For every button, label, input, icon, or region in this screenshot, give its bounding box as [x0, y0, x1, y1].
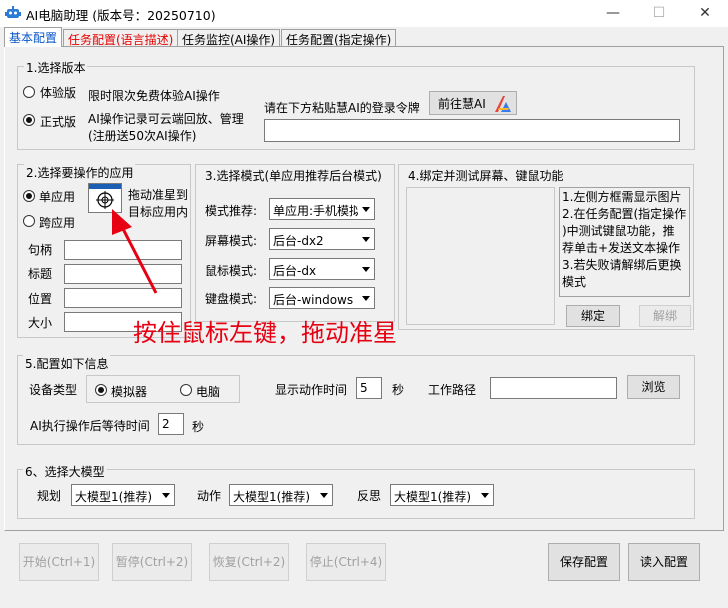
plan-model-value: 大模型1(推荐): [75, 490, 152, 504]
screen-mode-select[interactable]: 后台-dx2: [269, 228, 375, 250]
recommend-label: 模式推荐:: [205, 204, 258, 218]
emulator-label: 模拟器: [111, 385, 148, 399]
trial-radio[interactable]: [23, 86, 35, 98]
resume-button[interactable]: 恢复(Ctrl+2): [209, 543, 289, 581]
chevron-down-icon: [358, 288, 374, 308]
crosshair-window-titlebar: [89, 184, 121, 189]
bind-button[interactable]: 绑定: [566, 305, 620, 327]
handle-label: 句柄: [28, 243, 53, 257]
reflect-label: 反思: [357, 489, 382, 503]
info-line-6: 模式: [562, 275, 587, 289]
cross-app-label: 跨应用: [39, 216, 76, 230]
pro-label: 正式版: [40, 115, 77, 129]
model-group-title: 6、选择大模型: [23, 463, 107, 480]
unbind-button[interactable]: 解绑: [639, 305, 691, 327]
keyboard-mode-label: 键盘模式:: [205, 292, 258, 306]
reflect-model-select[interactable]: 大模型1(推荐): [390, 484, 494, 506]
title-bar: AI电脑助理 (版本号：20250710) — ☐ ✕: [0, 0, 728, 27]
tab-task-config-language[interactable]: 任务配置(语言描述): [63, 29, 179, 47]
chevron-down-icon: [158, 485, 174, 505]
mouse-mode-select[interactable]: 后台-dx: [269, 258, 375, 280]
trial-label: 体验版: [40, 86, 77, 100]
info-line-5: 3.若失败请解绑后更换: [562, 258, 682, 272]
token-input[interactable]: [264, 119, 680, 142]
reflect-model-value: 大模型1(推荐): [394, 490, 471, 504]
wait-time-input[interactable]: 2: [158, 413, 184, 435]
huiai-logo-icon: [495, 96, 511, 112]
chevron-down-icon: [358, 199, 374, 219]
recommend-value: 单应用:手机模拟: [273, 204, 362, 218]
plan-label: 规划: [37, 489, 62, 503]
plan-model-select[interactable]: 大模型1(推荐): [71, 484, 175, 506]
maximize-button[interactable]: ☐: [636, 0, 682, 27]
action-label: 动作: [197, 489, 222, 503]
tab-basic-config[interactable]: 基本配置: [4, 27, 63, 47]
screen-mode-value: 后台-dx2: [273, 234, 324, 248]
pc-label: 电脑: [196, 385, 221, 399]
app-group-title: 2.选择要操作的应用: [24, 164, 136, 181]
action-model-select[interactable]: 大模型1(推荐): [229, 484, 333, 506]
emulator-radio[interactable]: [95, 384, 107, 396]
goto-huiai-button[interactable]: 前往慧AI: [429, 91, 517, 115]
bind-group-title: 4.绑定并测试屏幕、键鼠功能: [406, 167, 566, 184]
info-line-4: 荐单击+发送文本操作: [562, 241, 681, 255]
pro-description-line1: AI操作记录可云端回放、管理: [88, 112, 244, 126]
window-title: AI电脑助理 (版本号：20250710): [26, 8, 216, 23]
info-line-2: 2.在任务配置(指定操作: [562, 207, 687, 221]
mouse-mode-value: 后台-dx: [273, 264, 317, 278]
work-path-input[interactable]: [490, 377, 617, 399]
close-button[interactable]: ✕: [682, 0, 728, 27]
browse-button[interactable]: 浏览: [627, 375, 680, 399]
info-line-1: 1.左侧方框需显示图片: [562, 190, 682, 204]
stop-button[interactable]: 停止(Ctrl+4): [306, 543, 386, 581]
load-config-button[interactable]: 读入配置: [628, 543, 700, 581]
tab-task-config-specific[interactable]: 任务配置(指定操作): [281, 29, 397, 47]
wait-time-unit: 秒: [192, 420, 205, 434]
keyboard-mode-select[interactable]: 后台-windows: [269, 287, 375, 309]
drag-instruction-annotation: 按住鼠标左键，拖动准星: [133, 319, 397, 347]
robot-icon: [5, 6, 21, 18]
work-path-label: 工作路径: [428, 383, 477, 397]
chevron-down-icon: [316, 485, 332, 505]
size-label: 大小: [28, 316, 53, 330]
wait-time-label: AI执行操作后等待时间: [30, 419, 150, 433]
config-group-title: 5.配置如下信息: [23, 355, 111, 372]
token-prompt: 请在下方粘贴慧AI的登录令牌: [264, 101, 420, 115]
save-config-button[interactable]: 保存配置: [548, 543, 620, 581]
position-label: 位置: [28, 292, 53, 306]
info-line-3: )中测试键鼠功能，推: [562, 224, 675, 238]
recommend-select[interactable]: 单应用:手机模拟: [269, 198, 375, 220]
mouse-mode-label: 鼠标模式:: [205, 264, 258, 278]
pause-button[interactable]: 暂停(Ctrl+2): [112, 543, 192, 581]
version-group-title: 1.选择版本: [24, 59, 88, 76]
screen-preview-box: [406, 187, 555, 325]
keyboard-mode-value: 后台-windows: [273, 293, 354, 307]
show-time-label: 显示动作时间: [275, 383, 348, 397]
tab-task-monitor[interactable]: 任务监控(AI操作): [177, 29, 281, 47]
minimize-button[interactable]: —: [590, 0, 636, 27]
action-model-value: 大模型1(推荐): [233, 490, 310, 504]
start-button[interactable]: 开始(Ctrl+1): [19, 543, 99, 581]
bind-info-box: 1.左侧方框需显示图片 2.在任务配置(指定操作 )中测试键鼠功能，推 荐单击+…: [559, 187, 690, 297]
mode-group-title: 3.选择模式(单应用推荐后台模式): [203, 167, 384, 184]
pro-description-line2: (注册送50次AI操作): [88, 129, 197, 143]
chevron-down-icon: [477, 485, 493, 505]
show-time-unit: 秒: [392, 383, 405, 397]
trial-description: 限时限次免费体验AI操作: [88, 89, 220, 103]
chevron-down-icon: [358, 229, 374, 249]
show-time-input[interactable]: 5: [356, 377, 382, 399]
drag-hint-line1: 拖动准星到: [128, 188, 189, 202]
title-label: 标题: [28, 267, 53, 281]
annotation-arrow: [112, 209, 158, 294]
screen-mode-label: 屏幕模式:: [205, 234, 258, 248]
device-type-label: 设备类型: [29, 383, 78, 397]
goto-huiai-label: 前往慧AI: [438, 97, 486, 111]
cross-app-radio[interactable]: [23, 215, 35, 227]
pro-radio[interactable]: [23, 114, 35, 126]
chevron-down-icon: [358, 259, 374, 279]
single-app-label: 单应用: [39, 190, 76, 204]
pc-radio[interactable]: [180, 384, 192, 396]
single-app-radio[interactable]: [23, 190, 35, 202]
